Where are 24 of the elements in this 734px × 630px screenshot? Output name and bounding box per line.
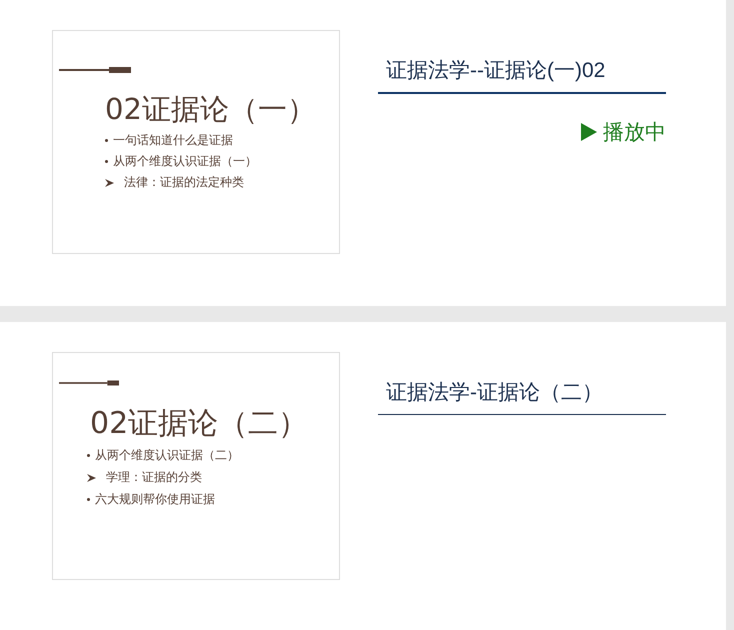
lesson-card[interactable]: 02证据论（一） 一句话知道什么是证据 从两个维度认识证据（一） 法律：证据的法定种类 证据法学--证据论(一)02 播放中 [0, 0, 726, 306]
slide-title: 02证据论（二） [90, 406, 310, 442]
slide-point: 法律：证据的法定种类 [124, 175, 244, 190]
bullet-icon [105, 160, 108, 163]
lesson-title[interactable]: 证据法学--证据论(一)02 [378, 56, 666, 94]
slide-point: 学理：证据的分类 [106, 470, 202, 485]
slide-point: 六大规则帮你使用证据 [95, 492, 215, 507]
slide-thumbnail[interactable]: 02证据论（二） 从两个维度认识证据（二） 学理：证据的分类 六大规则帮你使用证据 [52, 352, 340, 580]
slide-point: 从两个维度认识证据（二） [95, 448, 239, 463]
slide-title: 02证据论（一） [105, 91, 317, 127]
arrowhead-icon [87, 474, 96, 482]
bullet-icon [87, 498, 90, 501]
lesson-title[interactable]: 证据法学-证据论（二） [378, 378, 666, 415]
lesson-card[interactable]: 02证据论（二） 从两个维度认识证据（二） 学理：证据的分类 六大规则帮你使用证据 证据法学-证据论（二） [0, 322, 726, 630]
bullet-icon [87, 454, 90, 457]
play-icon [581, 123, 597, 141]
slide-point: 一句话知道什么是证据 [113, 133, 233, 148]
title-rule-drawing [59, 380, 119, 386]
slide-thumbnail[interactable]: 02证据论（一） 一句话知道什么是证据 从两个维度认识证据（一） 法律：证据的法定种类 [52, 30, 340, 254]
arrowhead-icon [105, 178, 114, 186]
playing-status: 播放中 [603, 119, 666, 146]
title-rule-drawing [59, 67, 131, 73]
slide-point: 从两个维度认识证据（一） [113, 154, 257, 169]
bullet-icon [105, 139, 108, 142]
